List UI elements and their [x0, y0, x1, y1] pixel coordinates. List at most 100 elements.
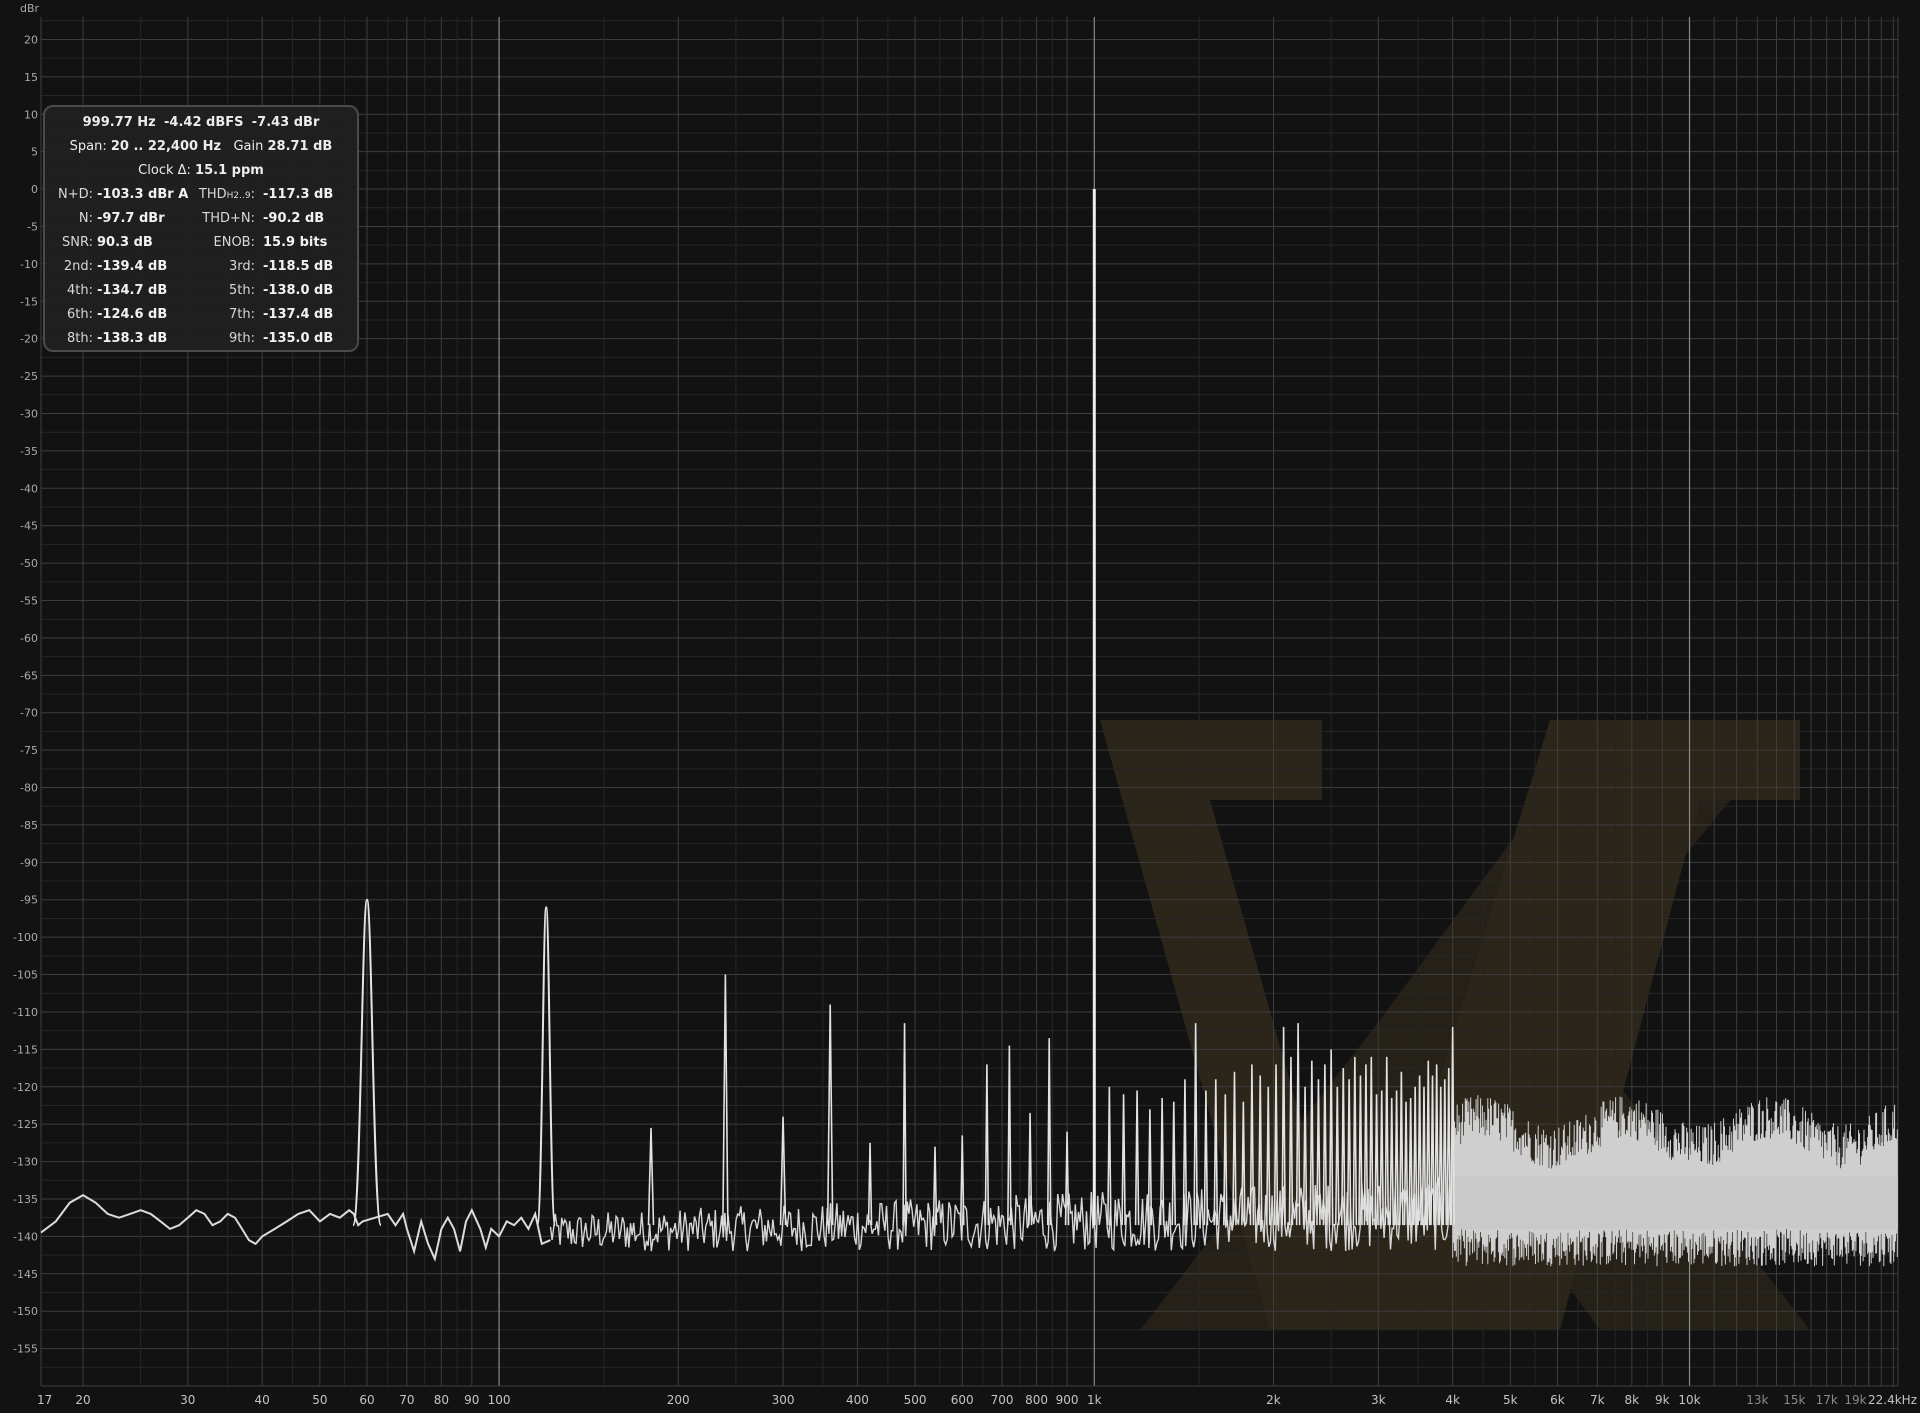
metric-label: 9th: [229, 331, 255, 346]
spur-peak [1121, 1094, 1126, 1226]
fundamental-dbr: -7.43 dBr [251, 115, 320, 130]
metric-row: 2nd: -139.4 dB 3rd: -118.5 dB [45, 259, 357, 279]
x-tick-label: 5k [1503, 1393, 1518, 1407]
metric-row: 6th: -124.6 dB 7th: -137.4 dB [45, 307, 357, 327]
y-tick-label: -50 [20, 557, 38, 570]
spur-peak [867, 1142, 873, 1226]
x-tick-label: 400 [846, 1393, 869, 1407]
y-tick-label: -155 [13, 1343, 38, 1356]
y-tick-label: -150 [13, 1305, 38, 1318]
y-tick-label: -145 [13, 1268, 38, 1281]
y-tick-label: -30 [20, 407, 38, 420]
x-tick-label: 17k [1816, 1393, 1838, 1407]
y-tick-label: -100 [13, 931, 38, 944]
fundamental-frequency: 999.77 Hz [82, 115, 156, 130]
readout-row-span: Span: 20 .. 22,400 Hz Gain 28.71 dB [45, 139, 357, 154]
metric-label: 2nd: [63, 259, 93, 274]
x-tick-label: 300 [772, 1393, 795, 1407]
y-tick-label: -80 [20, 782, 38, 795]
metric-label: 5th: [229, 283, 255, 298]
y-tick-label: -85 [20, 819, 38, 832]
clock-label: Clock Δ: [138, 163, 191, 178]
y-tick-label: -140 [13, 1230, 38, 1243]
y-tick-label: -65 [20, 669, 38, 682]
x-tick-label: 500 [904, 1393, 927, 1407]
x-tick-label: 19k [1844, 1393, 1866, 1407]
y-tick-label: -130 [13, 1156, 38, 1169]
y-tick-label: -135 [13, 1193, 38, 1206]
x-tick-label: 6k [1550, 1393, 1565, 1407]
gain-label: Gain [233, 139, 264, 154]
y-tick-label: -125 [13, 1118, 38, 1131]
spur-peak [902, 1023, 907, 1226]
metric-label: 3rd: [228, 259, 255, 274]
x-tick-label: 20 [75, 1393, 90, 1407]
y-tick-label: -105 [13, 969, 38, 982]
x-tick-label: 700 [991, 1393, 1014, 1407]
y-tick-label: 15 [24, 71, 38, 84]
metric-value: -135.0 dB [263, 331, 334, 346]
y-tick-label: -70 [20, 707, 38, 720]
metric-value: -137.4 dB [263, 307, 334, 322]
spur-peak [826, 1004, 834, 1226]
spur-peak [932, 1146, 938, 1226]
noise-floor-low [40, 1194, 551, 1262]
y-tick-label: -40 [20, 482, 38, 495]
y-tick-label: -55 [20, 595, 38, 608]
metric-value: -118.5 dB [263, 259, 334, 274]
noise-band-core [1452, 1176, 1898, 1229]
x-tick-label: 100 [488, 1393, 511, 1407]
metric-label: 7th: [229, 307, 255, 322]
x-tick-label: 600 [951, 1393, 974, 1407]
y-tick-label: -95 [20, 894, 38, 907]
y-tick-label: 10 [24, 108, 38, 121]
x-tick-label: 8k [1625, 1393, 1640, 1407]
x-tick-label: 40 [255, 1393, 270, 1407]
span-label: Span: [69, 139, 107, 154]
metric-label: 6th: [67, 307, 93, 322]
x-tick-label: 9k [1655, 1393, 1670, 1407]
x-tick-label: 900 [1056, 1393, 1079, 1407]
metric-row: 4th: -134.7 dB 5th: -138.0 dB [45, 283, 357, 303]
x-tick-label: 4k [1445, 1393, 1460, 1407]
x-tick-label: 50 [312, 1393, 327, 1407]
y-tick-label: -90 [20, 856, 38, 869]
metric-label: 4th: [67, 283, 93, 298]
x-tick-label: 90 [464, 1393, 479, 1407]
metric-value: -138.0 dB [263, 283, 334, 298]
x-tick-label: 60 [359, 1393, 374, 1407]
x-tick-label: 13k [1746, 1393, 1768, 1407]
y-tick-label: 5 [31, 146, 38, 159]
x-tick-label: 800 [1025, 1393, 1048, 1407]
x-tick-label: 200 [667, 1393, 690, 1407]
metric-label-subscript: H2..9 [226, 191, 251, 201]
metric-value: 15.9 bits [263, 235, 328, 250]
x-tick-label: 2k [1266, 1393, 1281, 1407]
metric-value: -117.3 dB [263, 187, 334, 202]
y-tick-label: -110 [13, 1006, 38, 1019]
readout-row-clock: Clock Δ: 15.1 ppm [45, 163, 357, 178]
metric-label: 8th: [67, 331, 93, 346]
y-tick-label: -60 [20, 632, 38, 645]
x-tick-label: 15k [1783, 1393, 1805, 1407]
x-tick-label: 22.4kHz [1868, 1393, 1917, 1407]
metric-label: N+D: [57, 187, 93, 202]
y-tick-label: -115 [13, 1043, 38, 1056]
spur-peak [984, 1064, 990, 1226]
y-tick-label: -25 [20, 370, 38, 383]
x-tick-label: 10k [1678, 1393, 1700, 1407]
x-tick-label: 30 [180, 1393, 195, 1407]
y-axis-label: dBr [20, 2, 40, 15]
y-axis-ticks: 20151050-5-10-15-20-25-30-35-40-45-50-55… [13, 33, 38, 1355]
y-tick-label: -75 [20, 744, 38, 757]
fundamental-dbfs: -4.42 dBFS [164, 115, 244, 130]
y-tick-label: -45 [20, 520, 38, 533]
x-tick-label: 17 [37, 1393, 52, 1407]
x-axis-ticks: 17 20 30 40 50 60 70 80 90 100 200 300 400 500 600 700 8… [37, 1393, 1917, 1407]
spur-peak [1107, 1086, 1112, 1226]
clock-value: 15.1 ppm [195, 163, 264, 178]
x-tick-label: 7k [1590, 1393, 1605, 1407]
x-tick-label: 80 [434, 1393, 449, 1407]
spur-peak [1134, 1090, 1140, 1226]
x-tick-label: 1k [1087, 1393, 1102, 1407]
